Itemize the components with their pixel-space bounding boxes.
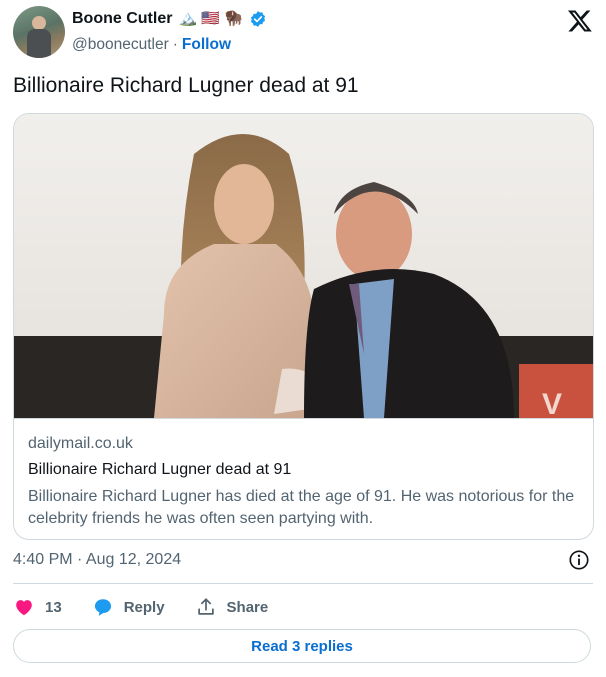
- link-card-description: Billionaire Richard Lugner has died at t…: [28, 488, 575, 527]
- avatar-body: [27, 29, 51, 58]
- tweet-header: Boone Cutler 🏔️ 🇺🇸 🦬 @boonecutler · Foll…: [13, 6, 593, 62]
- link-card[interactable]: V dailymail.co.uk Billionaire Richard Lu…: [13, 113, 594, 540]
- name-row: Boone Cutler 🏔️ 🇺🇸 🦬: [72, 10, 267, 28]
- card-photo: V: [14, 114, 593, 418]
- share-label: Share: [226, 598, 269, 616]
- display-name[interactable]: Boone Cutler: [72, 10, 172, 28]
- svg-text:V: V: [542, 388, 562, 418]
- handle-separator: ·: [172, 36, 178, 53]
- verified-badge-icon: [250, 11, 265, 27]
- link-card-title: Billionaire Richard Lugner dead at 91: [28, 461, 292, 478]
- share-icon: [197, 598, 214, 615]
- x-logo-icon[interactable]: [567, 8, 593, 34]
- handle-row: @boonecutler · Follow: [72, 36, 231, 54]
- tweet-timestamp[interactable]: 4:40 PM · Aug 12, 2024: [13, 551, 181, 569]
- follow-button[interactable]: Follow: [182, 36, 231, 54]
- divider: [13, 583, 593, 584]
- handle[interactable]: @boonecutler: [72, 36, 169, 54]
- reply-bubble-icon: [94, 599, 111, 616]
- reply-button[interactable]: Reply: [92, 596, 165, 618]
- reply-label: Reply: [123, 598, 165, 616]
- share-button[interactable]: Share: [195, 596, 269, 618]
- name-emojis: 🏔️ 🇺🇸 🦬: [178, 10, 243, 27]
- like-count: 13: [45, 598, 62, 616]
- link-card-image[interactable]: V: [14, 114, 593, 418]
- info-icon[interactable]: [568, 549, 590, 571]
- link-card-domain: dailymail.co.uk: [28, 435, 133, 452]
- avatar[interactable]: [13, 6, 65, 58]
- read-replies-button[interactable]: Read 3 replies: [13, 629, 591, 663]
- tweet-text: Billionaire Richard Lugner dead at 91: [13, 74, 359, 97]
- link-card-body[interactable]: dailymail.co.uk Billionaire Richard Lugn…: [14, 418, 593, 539]
- read-replies-label: Read 3 replies: [251, 637, 353, 655]
- heart-icon: [16, 600, 32, 616]
- avatar-head: [32, 16, 46, 30]
- like-button[interactable]: 13: [13, 596, 62, 618]
- action-bar: 13 Reply Share: [13, 594, 298, 620]
